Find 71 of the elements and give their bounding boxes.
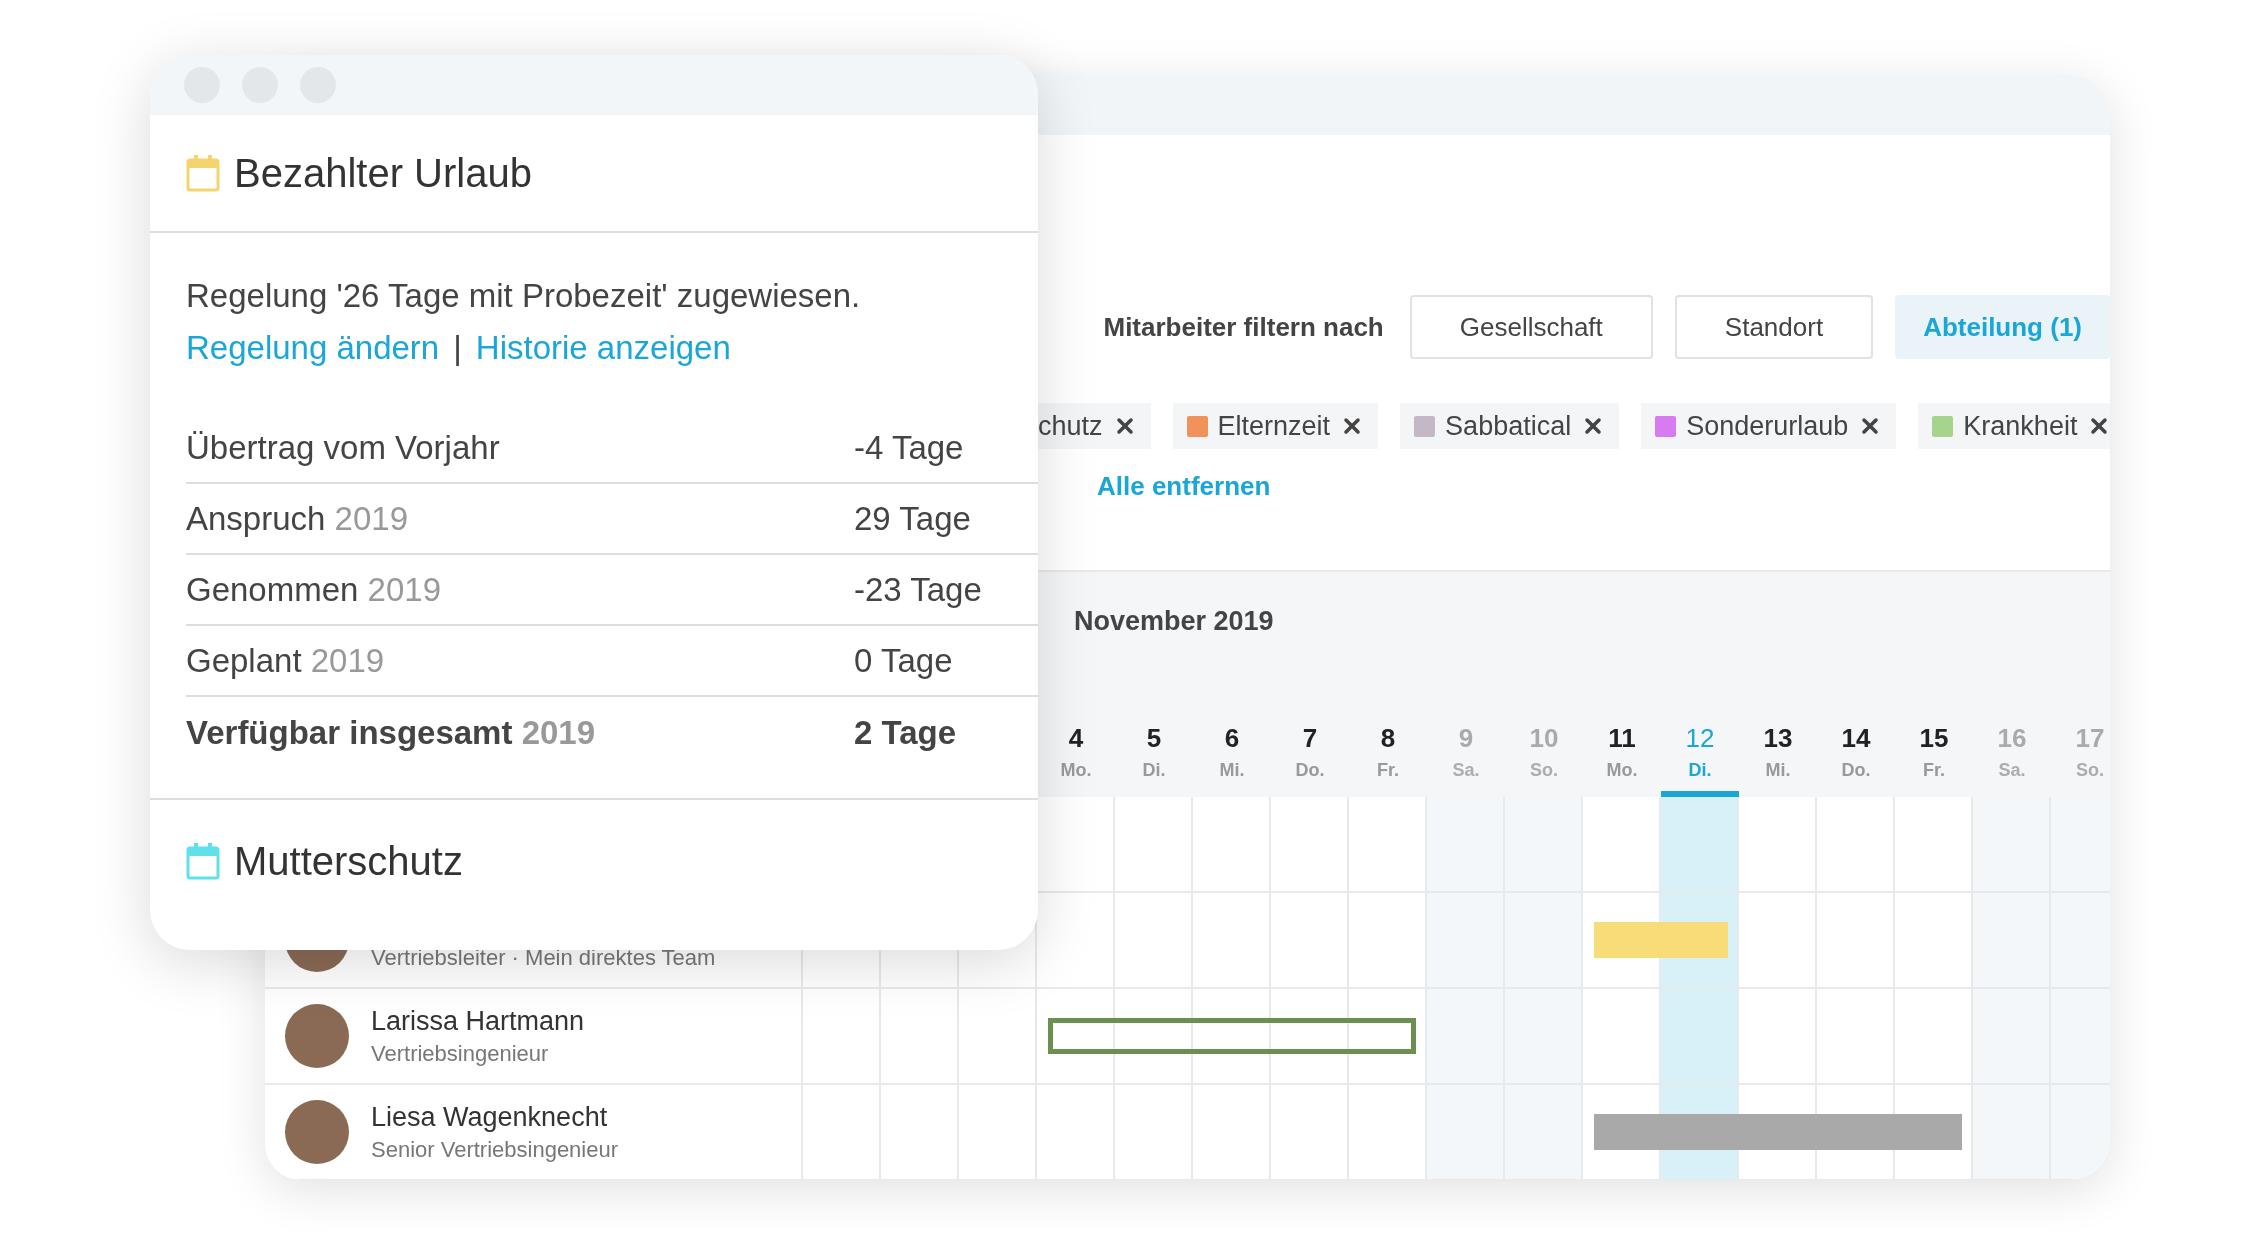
filter-label: Mitarbeiter filtern nach [1103, 311, 1384, 343]
employee-role: Vertriebsleiter · Mein direktes Team [371, 945, 716, 971]
chip-label: Elternzeit [1217, 410, 1331, 442]
filter-button[interactable]: Gesellschaft [1409, 295, 1653, 359]
day-number: 8 [1380, 723, 1396, 754]
balance-value: -4 Tage [854, 428, 965, 467]
day-header[interactable]: 11 Mo. [1583, 723, 1661, 797]
employee-name: Liesa Wagenknecht [371, 1102, 609, 1133]
day-number: 5 [1146, 723, 1162, 754]
filter-button[interactable]: Standort [1674, 295, 1874, 359]
day-number: 10 [1529, 723, 1559, 754]
day-number: 4 [1068, 723, 1084, 754]
day-number: 14 [1841, 723, 1871, 754]
weekday-label: Mo. [1606, 760, 1638, 781]
weekday-label: Di. [1688, 760, 1712, 781]
weekday-label: Mo. [1060, 760, 1092, 781]
day-number: 17 [2075, 723, 2105, 754]
balance-value: -23 Tage [854, 570, 983, 609]
weekday-label: So. [2076, 760, 2104, 781]
weekday-label: Mi. [1765, 760, 1791, 781]
weekday-label: Do. [1841, 760, 1871, 781]
day-header[interactable]: 15 Fr. [1895, 723, 1973, 797]
balance-label: Übertrag vom Vorjahr [186, 428, 501, 467]
balance-value: 29 Tage [854, 499, 972, 538]
balance-label: Genommen 2019 [186, 570, 442, 609]
weekday-label: Sa. [1452, 760, 1480, 781]
absence-bar[interactable] [1048, 1018, 1416, 1054]
filter-chip[interactable]: Krankheit [1918, 403, 2110, 449]
day-header[interactable]: 14 Do. [1817, 723, 1895, 797]
policy-text: Regelung '26 Tage mit Probezeit' zugewiesen. [186, 277, 862, 315]
employee-role: Vertriebsingenieur [371, 1041, 550, 1067]
weekday-label: Sa. [1998, 760, 2026, 781]
chip-label: chutz [1038, 410, 1103, 442]
day-number: 16 [1997, 723, 2027, 754]
chip-label: Krankheit [1963, 410, 2078, 442]
day-number: 11 [1608, 723, 1636, 754]
day-number: 9 [1458, 723, 1474, 754]
day-number: 6 [1224, 723, 1240, 754]
weekday-label: Di. [1142, 760, 1166, 781]
balance-label: Anspruch 2019 [186, 499, 409, 538]
balance-label: Verfügbar insgesamt 2019 [186, 713, 597, 752]
filter-chip[interactable]: chutz [1038, 403, 1151, 449]
weekday-label: Do. [1295, 760, 1325, 781]
filter-chip[interactable]: Sabbatical [1400, 403, 1620, 449]
weekday-label: Fr. [1377, 760, 1399, 781]
day-header[interactable]: 4 Mo. [1037, 723, 1115, 797]
weekday-label: So. [1530, 760, 1558, 781]
link-separator: | [453, 329, 462, 367]
filter-chip[interactable]: Sonderurlaub [1641, 403, 1897, 449]
section-title: Bezahlter Urlaub [234, 153, 532, 193]
day-header[interactable]: 6 Mi. [1193, 723, 1271, 797]
day-header[interactable]: 5 Di. [1115, 723, 1193, 797]
day-header[interactable]: 13 Mi. [1739, 723, 1817, 797]
balance-value: 0 Tage [854, 641, 954, 680]
employee-name: Larissa Hartmann [371, 1006, 585, 1037]
employee-role: Senior Vertriebsingenieur [371, 1137, 619, 1163]
section-title: Mutterschutz [234, 841, 463, 881]
filter-chip[interactable]: Elternzeit [1172, 403, 1379, 449]
month-title: November 2019 [1074, 606, 1274, 637]
balance-value: 2 Tage [854, 713, 958, 752]
day-number: 7 [1302, 723, 1318, 754]
day-number: 12 [1685, 723, 1715, 754]
day-number: 13 [1763, 723, 1793, 754]
day-header[interactable]: 8 Fr. [1349, 723, 1427, 797]
chip-label: Sabbatical [1445, 410, 1572, 442]
weekday-label: Fr. [1923, 760, 1945, 781]
day-number: 15 [1919, 723, 1949, 754]
balance-label: Geplant 2019 [186, 641, 386, 680]
chip-label: Sonderurlaub [1686, 410, 1849, 442]
weekday-label: Mi. [1219, 760, 1245, 781]
day-header[interactable]: 7 Do. [1271, 723, 1349, 797]
